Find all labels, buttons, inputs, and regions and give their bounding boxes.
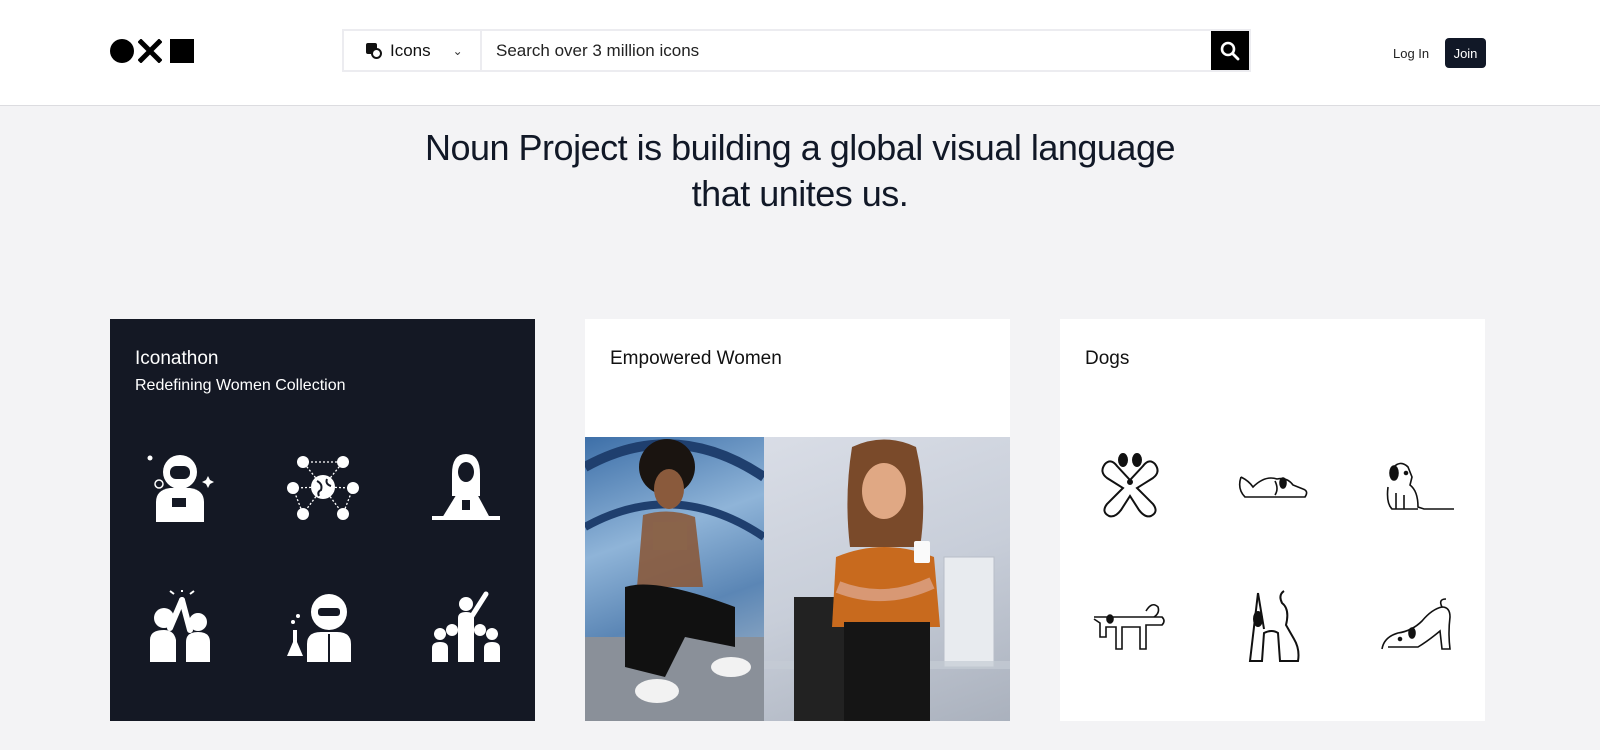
search-button[interactable]: [1211, 31, 1249, 70]
join-button[interactable]: Join: [1445, 38, 1486, 68]
global-network-icon: [285, 449, 361, 525]
collection-card-empowered-women[interactable]: Empowered Women: [585, 319, 1010, 721]
search-type-dropdown[interactable]: Icons ⌄: [344, 31, 482, 70]
hero-line-2: that unites us.: [691, 173, 909, 214]
card-title: Iconathon: [135, 348, 219, 369]
icon-grid: [110, 449, 535, 719]
card-title: Dogs: [1085, 348, 1130, 369]
hero-line-1: Noun Project is building a global visual…: [424, 127, 1176, 168]
dog-howling-icon: [1235, 589, 1311, 665]
collection-card-dogs[interactable]: Dogs: [1060, 319, 1485, 721]
logo-circle-icon: [110, 39, 134, 63]
search-input[interactable]: [482, 31, 1211, 70]
woman-hijab-laptop-icon: [428, 449, 504, 525]
collection-card-iconathon[interactable]: Iconathon Redefining Women Collection: [110, 319, 535, 721]
search-bar: Icons ⌄: [342, 29, 1251, 72]
dog-sitting-icon: [1378, 449, 1454, 525]
header: Icons ⌄ Log In Join: [0, 0, 1600, 106]
woman-holding-mug-photo: [764, 437, 1010, 721]
icon-grid: [1060, 449, 1485, 719]
search-type-label: Icons: [390, 40, 431, 60]
hero-heading: Noun Project is building a global visual…: [0, 125, 1600, 217]
high-five-icon: [142, 589, 218, 665]
leader-crowd-icon: [428, 589, 504, 665]
dog-stretching-left-icon: [1092, 589, 1168, 665]
astronaut-icon: [142, 449, 218, 525]
search-icon: [1220, 41, 1240, 60]
dog-lying-icon: [1235, 449, 1311, 525]
dog-stretching-icon: [1378, 589, 1454, 665]
chevron-down-icon: ⌄: [452, 43, 463, 58]
dog-playing-icon: [1092, 449, 1168, 525]
logo-x-icon: [138, 39, 162, 63]
collection-icon: [366, 42, 382, 59]
logo-square-icon: [170, 39, 194, 63]
card-title: Empowered Women: [610, 348, 782, 369]
login-link[interactable]: Log In: [1393, 46, 1429, 61]
woman-crouching-photo: [585, 437, 764, 721]
card-subtitle: Redefining Women Collection: [135, 377, 346, 394]
scientist-icon: [285, 589, 361, 665]
noun-project-logo[interactable]: [110, 38, 194, 64]
